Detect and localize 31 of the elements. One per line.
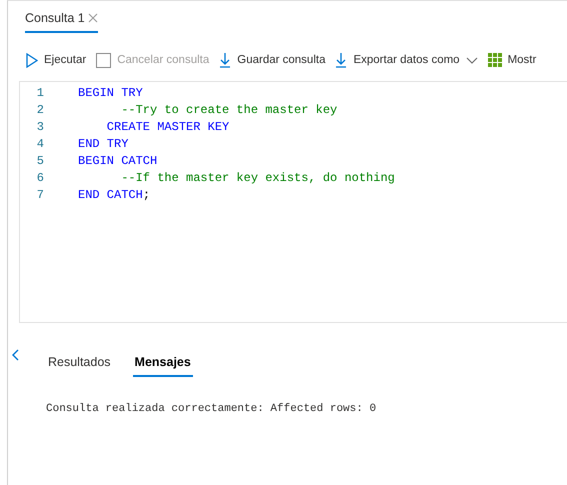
line-number: 6: [36, 170, 44, 184]
code-line: END TRY: [78, 136, 128, 150]
code-line: --If the master key exists, do nothing: [120, 170, 395, 184]
line-number: 7: [36, 188, 44, 202]
code-line: CREATE MASTER KEY: [106, 120, 230, 134]
download-icon: [335, 52, 348, 68]
query-tab[interactable]: Consulta 1: [25, 9, 98, 33]
message-text: Consulta realizada correctamente: Affected rows: 0: [46, 403, 378, 415]
play-icon: [26, 52, 38, 68]
chevron-left-icon[interactable]: [11, 349, 19, 361]
grid-button[interactable]: Mostr: [488, 50, 536, 70]
line-number: 3: [36, 120, 44, 134]
line-number: 4: [36, 136, 44, 150]
grid-icon: [488, 53, 502, 67]
line-number: 5: [36, 154, 44, 168]
code-line: --Try to create the master key: [120, 102, 338, 116]
results-tab[interactable]: Mensajes: [132, 351, 193, 377]
square-icon: [96, 52, 112, 68]
line-number: 1: [36, 86, 44, 100]
download-button[interactable]: Guardar consulta: [219, 50, 326, 70]
chevron-down-icon: [466, 56, 478, 64]
export-button[interactable]: Exportar datos como: [335, 50, 478, 70]
line-number: 2: [36, 102, 44, 116]
run-button[interactable]: Ejecutar: [26, 50, 86, 70]
code-line: BEGIN CATCH: [78, 154, 158, 168]
code-line: END CATCH;: [78, 188, 150, 202]
download-icon: [219, 52, 232, 68]
code-line: BEGIN TRY: [78, 86, 143, 100]
results-tab[interactable]: Resultados: [46, 351, 113, 377]
close-icon[interactable]: [88, 13, 98, 23]
code-editor[interactable]: 1 BEGIN TRY 2 --Try to create the master key 3 CREATE MASTER KEY 4 END TRY 5 BEGIN CATCH 6 --If the master key exists, do nothing 7 END CATCH;: [19, 81, 567, 323]
